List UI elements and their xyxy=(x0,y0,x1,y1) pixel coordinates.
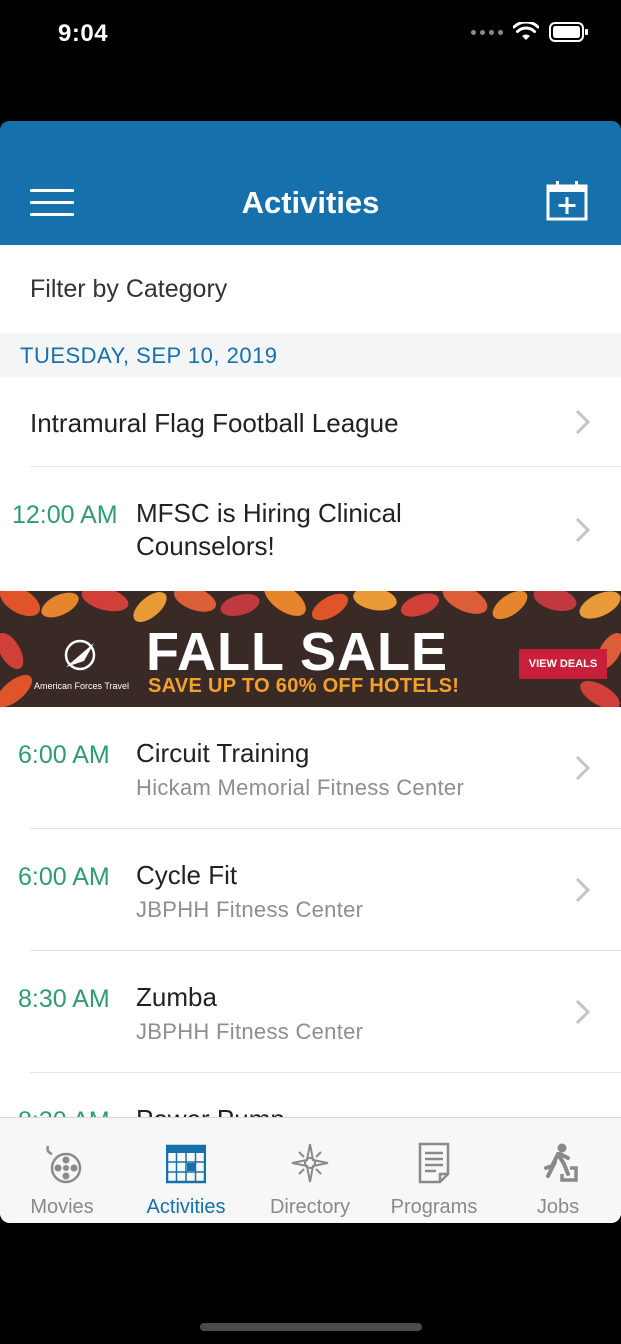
event-title: Cycle Fit xyxy=(136,860,238,890)
tab-label: Programs xyxy=(390,1196,478,1218)
add-to-calendar-icon[interactable] xyxy=(546,181,588,221)
tab-bar: Movies Activities Directory Programs Job… xyxy=(0,1117,621,1223)
wifi-icon xyxy=(513,22,539,40)
banner-brand: American Forces Travel xyxy=(34,681,130,691)
list-item[interactable]: 12:00 AM MFSC is Hiring Clinical Counsel… xyxy=(0,467,621,591)
event-time: 8:30 AM xyxy=(18,1107,110,1117)
event-title: Circuit Training xyxy=(136,738,310,768)
tab-label: Movies xyxy=(30,1196,94,1218)
film-reel-icon xyxy=(46,1145,82,1184)
list-item[interactable]: 8:30 AM Power Pump xyxy=(0,1073,621,1117)
list-item[interactable]: 6:00 AM Cycle Fit JBPHH Fitness Center xyxy=(0,829,621,951)
event-time: 6:00 AM xyxy=(18,863,110,891)
tab-movies[interactable]: Movies xyxy=(0,1118,124,1223)
activity-list[interactable]: Intramural Flag Football League 12:00 AM… xyxy=(0,377,621,1117)
chevron-right-icon xyxy=(575,999,591,1025)
ad-banner[interactable]: American Forces Travel FALL SALE SAVE UP… xyxy=(0,591,621,707)
status-time: 9:04 xyxy=(58,20,109,47)
home-indicator[interactable] xyxy=(200,1323,422,1331)
worker-icon xyxy=(544,1143,578,1182)
view-deals-button[interactable]: VIEW DEALS xyxy=(519,649,607,679)
event-location: JBPHH Fitness Center xyxy=(136,1019,364,1044)
event-location: Hickam Memorial Fitness Center xyxy=(136,775,465,800)
tab-label: Jobs xyxy=(536,1196,580,1218)
event-title: Intramural Flag Football League xyxy=(30,408,399,438)
chevron-right-icon xyxy=(575,517,591,543)
banner-headline: FALL SALE xyxy=(146,622,449,682)
signal-icon xyxy=(471,29,503,35)
date-label: TUESDAY, SEP 10, 2019 xyxy=(20,343,278,368)
banner-subline: SAVE UP TO 60% OFF HOTELS! xyxy=(148,675,460,697)
filter-by-category[interactable]: Filter by Category xyxy=(0,245,621,333)
nav-header: Activities xyxy=(0,121,621,245)
status-icons xyxy=(471,22,589,42)
list-item[interactable]: 8:30 AM Zumba JBPHH Fitness Center xyxy=(0,951,621,1073)
document-icon xyxy=(418,1142,450,1184)
chevron-right-icon xyxy=(575,877,591,903)
american-forces-travel-logo-icon xyxy=(64,639,96,671)
filter-label: Filter by Category xyxy=(30,275,228,303)
list-item[interactable]: 6:00 AM Circuit Training Hickam Memorial… xyxy=(0,707,621,829)
tab-label: Directory xyxy=(269,1196,350,1218)
compass-icon xyxy=(291,1143,329,1183)
tab-activities[interactable]: Activities xyxy=(124,1118,248,1223)
chevron-right-icon xyxy=(575,409,591,435)
chevron-right-icon xyxy=(575,755,591,781)
date-section-header: TUESDAY, SEP 10, 2019 xyxy=(0,333,621,377)
tab-label: Activities xyxy=(146,1196,226,1218)
tab-directory[interactable]: Directory xyxy=(248,1118,372,1223)
event-title: Power Pump xyxy=(136,1103,285,1117)
event-time: 12:00 AM xyxy=(12,501,118,529)
list-item[interactable]: Intramural Flag Football League xyxy=(0,377,621,467)
event-title: Zumba xyxy=(136,982,217,1012)
event-location: JBPHH Fitness Center xyxy=(136,897,364,922)
app-screen: Activities Filter by Category TUESDAY, S… xyxy=(0,121,621,1223)
battery-icon xyxy=(549,22,588,42)
tab-jobs[interactable]: Jobs xyxy=(496,1118,620,1223)
tab-programs[interactable]: Programs xyxy=(372,1118,496,1223)
calendar-icon xyxy=(166,1144,206,1184)
status-bar: 9:04 xyxy=(0,0,621,70)
event-time: 8:30 AM xyxy=(18,985,110,1013)
page-title: Activities xyxy=(241,185,380,220)
event-time: 6:00 AM xyxy=(18,741,110,769)
event-title: MFSC is Hiring Clinical Counselors! xyxy=(136,498,402,561)
